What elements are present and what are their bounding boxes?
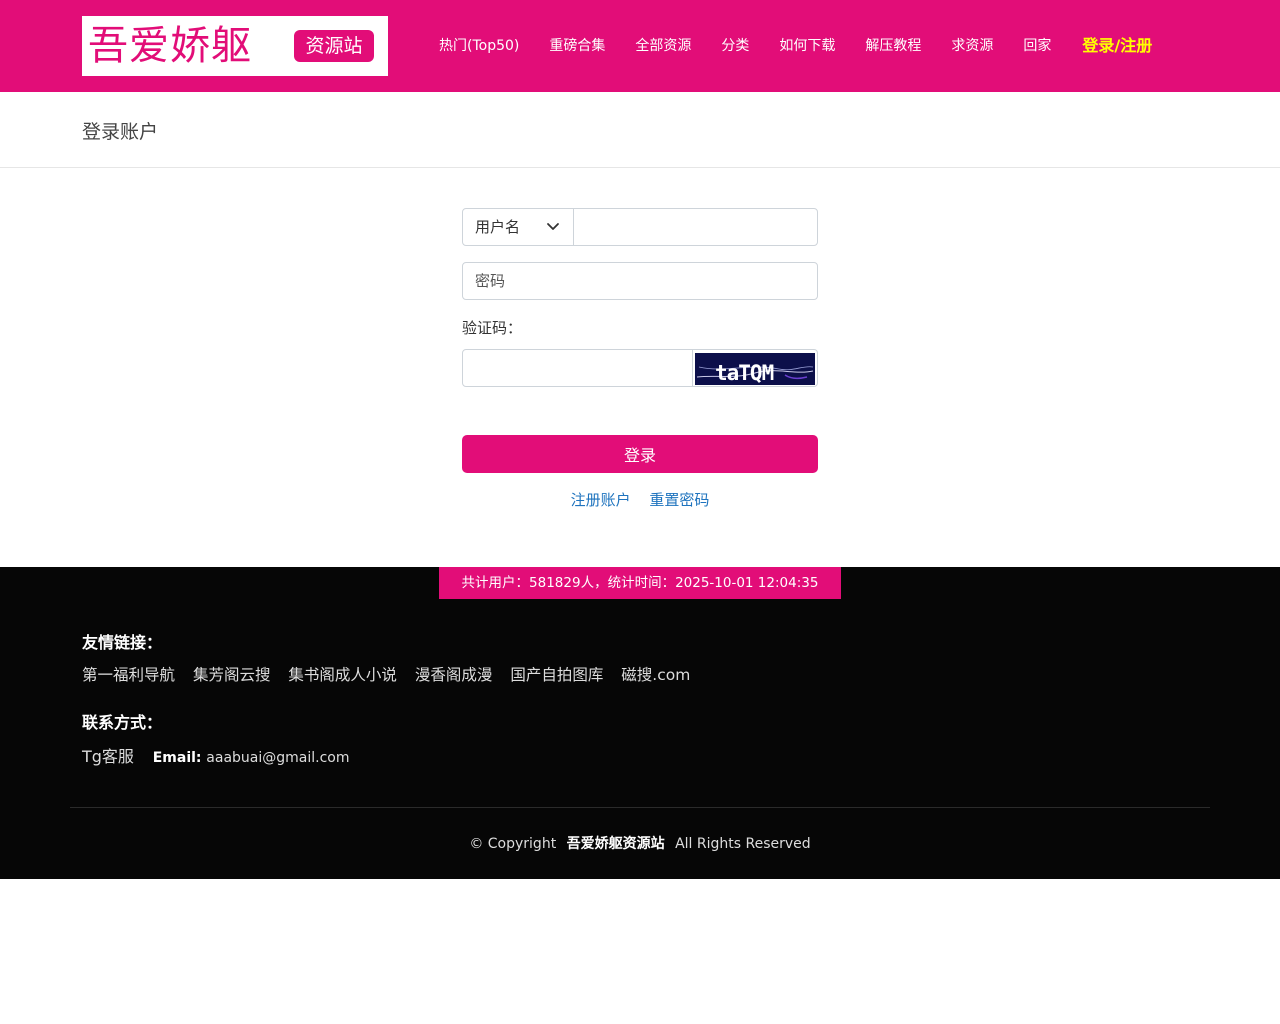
copyright-prefix: © Copyright [469,836,557,852]
friend-link-4[interactable]: 漫香阁成漫 [415,666,493,684]
captcha-label: 验证码： [462,319,523,337]
friend-links-heading: 友情链接： [82,633,163,652]
site-logo[interactable]: 吾爱娇躯 资源站 [82,16,388,76]
friend-link-6[interactable]: 磁搜.com [621,666,690,684]
friend-link-1[interactable]: 第一福利导航 [82,666,175,684]
reset-password-link[interactable]: 重置密码 [649,491,709,509]
logo-badge: 资源站 [294,30,374,62]
login-form: 用户名 验证码： taTQM 登录 注册账户 重置密码 [462,208,818,511]
site-footer: 共计用户：581829人，统计时间：2025-10-01 12:04:35 友情… [0,567,1280,879]
friend-link-5[interactable]: 国产自拍图库 [510,666,603,684]
footer-divider [70,807,1210,808]
nav-item-request-resource[interactable]: 求资源 [936,0,1008,92]
copyright-site-name: 吾爱娇躯资源站 [566,836,665,852]
nav-item-go-home[interactable]: 回家 [1008,0,1066,92]
login-button[interactable]: 登录 [462,435,818,473]
email-label: Email: [152,750,202,766]
contact-heading: 联系方式： [82,713,163,732]
captcha-image[interactable]: taTQM [693,349,818,387]
friend-link-3[interactable]: 集书阁成人小说 [288,666,397,684]
site-header: 吾爱娇躯 资源站 热门(Top50) 重磅合集 全部资源 分类 如何下载 解压教… [0,0,1280,92]
account-type-select[interactable]: 用户名 [463,209,574,245]
account-links: 注册账户 重置密码 [462,489,818,511]
password-input[interactable] [462,262,818,300]
friend-link-2[interactable]: 集芳阁云搜 [193,666,271,684]
register-link[interactable]: 注册账户 [571,491,631,509]
captcha-text: taTQM [715,361,774,385]
username-row: 用户名 [462,208,818,246]
copyright-suffix: All Rights Reserved [675,836,811,852]
nav-item-collections[interactable]: 重磅合集 [534,0,620,92]
chevron-down-icon [547,223,559,230]
account-type-value: 用户名 [475,218,521,236]
friend-links: 第一福利导航 集芳阁云搜 集书阁成人小说 漫香阁成漫 国产自拍图库 磁搜.com [82,663,703,685]
username-input[interactable] [574,209,817,245]
nav-item-how-to-download[interactable]: 如何下载 [764,0,850,92]
main-nav: 热门(Top50) 重磅合集 全部资源 分类 如何下载 解压教程 求资源 回家 … [424,0,1167,92]
nav-item-login-register[interactable]: 登录/注册 [1066,0,1167,92]
copyright: © Copyright 吾爱娇躯资源站 All Rights Reserved [0,833,1280,853]
captcha-row: taTQM [462,349,818,387]
nav-item-unzip-tutorial[interactable]: 解压教程 [850,0,936,92]
telegram-support-link[interactable]: Tg客服 [82,747,134,766]
captcha-input[interactable] [462,349,693,387]
nav-item-all-resources[interactable]: 全部资源 [620,0,706,92]
nav-item-categories[interactable]: 分类 [706,0,764,92]
contact-info: Tg客服 Email: aaabuai@gmail.com [82,743,350,767]
page-title: 登录账户 [82,121,159,143]
page-title-bar: 登录账户 [0,92,1280,168]
logo-text: 吾爱娇躯 [88,23,252,69]
email-address[interactable]: aaabuai@gmail.com [206,750,349,766]
nav-item-top50[interactable]: 热门(Top50) [424,0,534,92]
user-stats-badge: 共计用户：581829人，统计时间：2025-10-01 12:04:35 [439,567,841,599]
